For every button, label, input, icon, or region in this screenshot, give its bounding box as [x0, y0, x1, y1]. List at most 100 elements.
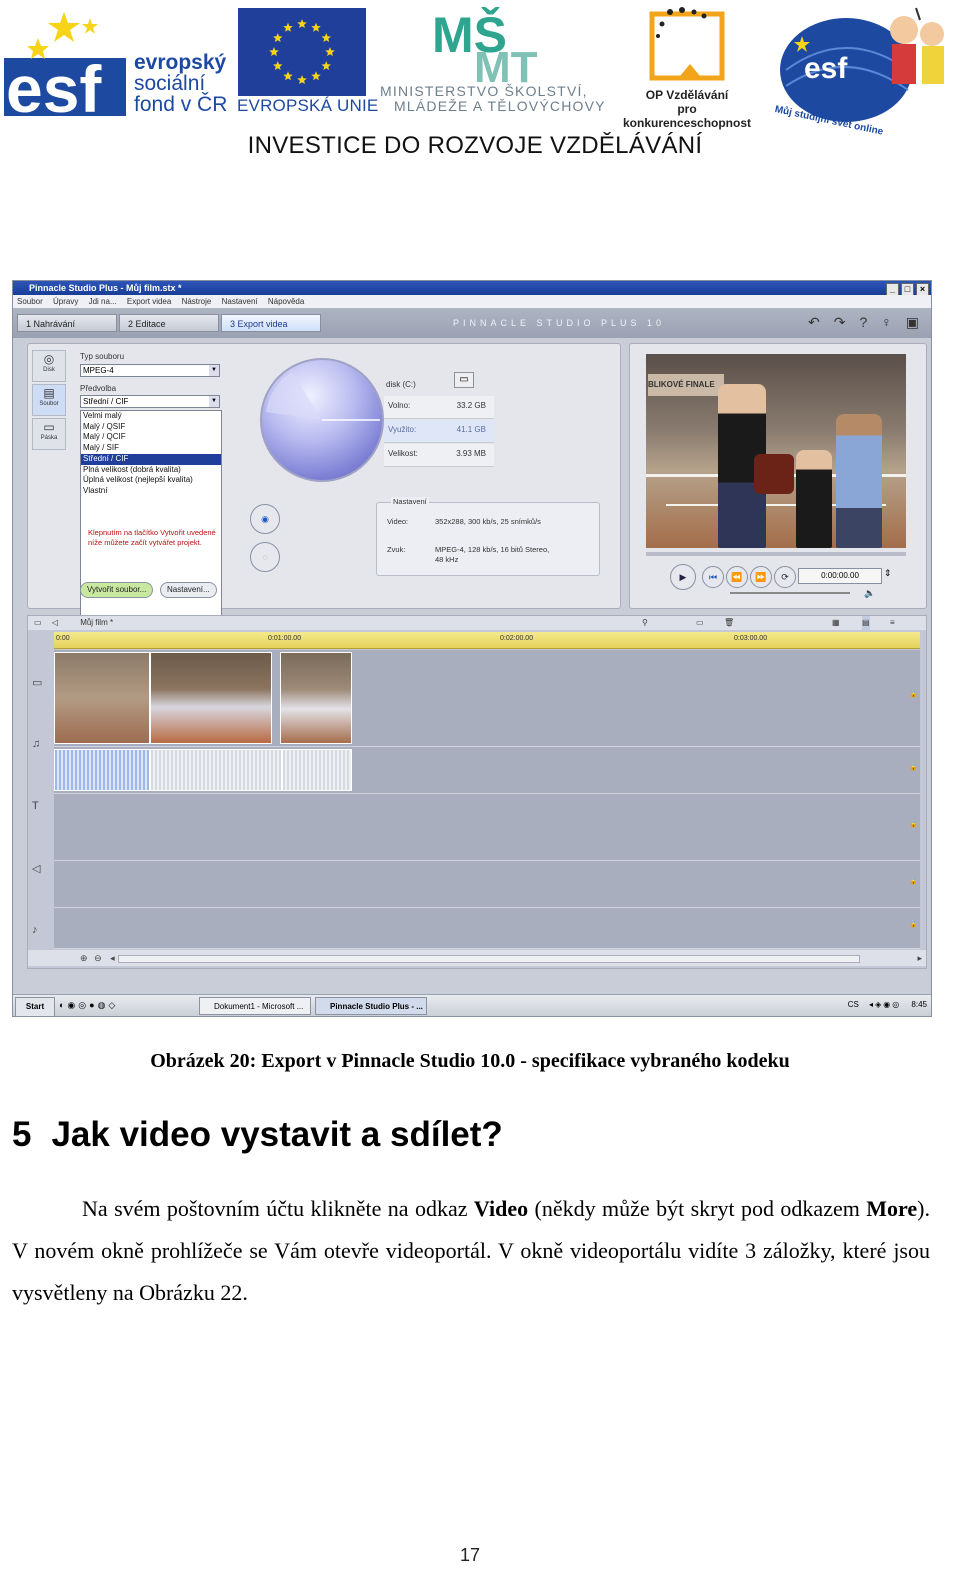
- razor-icon[interactable]: ⚲: [642, 616, 648, 630]
- undo-icon[interactable]: ↶: [808, 314, 820, 330]
- trash-icon[interactable]: 🗑: [724, 616, 734, 630]
- music-track: 🔒: [54, 908, 920, 949]
- settings-title: Nastavení: [391, 497, 429, 506]
- menu-upravy[interactable]: Úpravy: [53, 297, 78, 306]
- settings-button[interactable]: Nastavení...: [160, 582, 217, 598]
- language-indicator[interactable]: CS: [848, 1000, 859, 1009]
- tab-nahravani[interactable]: 1 Nahrávání: [17, 314, 117, 332]
- lock-icon[interactable]: 🔒: [909, 763, 918, 771]
- audio-clip[interactable]: [54, 749, 150, 791]
- timeline-ruler[interactable]: 0:00 0:01:00.00 0:02:00.00 0:03:00.00: [54, 632, 920, 649]
- lock-icon[interactable]: 🔒: [909, 690, 918, 698]
- tab-disk[interactable]: ◎ Disk: [32, 350, 66, 382]
- menu-soubor[interactable]: Soubor: [17, 297, 43, 306]
- tray-icons[interactable]: ◂◈◉◎: [869, 1000, 901, 1009]
- toolbox-icon[interactable]: ▣: [906, 314, 919, 330]
- rewind-icon[interactable]: ⏪: [726, 566, 748, 588]
- play-export-icon[interactable]: ◉: [250, 504, 280, 534]
- video-clip[interactable]: [150, 652, 272, 744]
- zoom-out-icon[interactable]: ⊖: [94, 953, 102, 963]
- create-file-button[interactable]: Vytvořit soubor...: [80, 582, 154, 598]
- title-track: 🔒: [54, 794, 920, 861]
- svg-text:MT: MT: [474, 43, 538, 84]
- msmt-line-1: MINISTERSTVO ŠKOLSTVÍ,: [380, 83, 588, 99]
- timecode-display[interactable]: 0:00:00.00: [798, 568, 882, 584]
- tab-soubor-label: Soubor: [39, 401, 59, 407]
- preset-option-selected[interactable]: Střední / CIF: [81, 453, 221, 465]
- record-icon[interactable]: ◌: [250, 542, 280, 572]
- scrub-bar[interactable]: [646, 552, 906, 556]
- video-clip[interactable]: [54, 652, 150, 744]
- msmt-logo-icon: MŠ MT: [432, 6, 538, 84]
- lock-icon[interactable]: 🔒: [909, 877, 918, 885]
- scroll-right-icon[interactable]: ▸: [917, 950, 922, 966]
- video-clip[interactable]: [280, 652, 352, 744]
- title-track-icon: T: [32, 800, 39, 812]
- preset-select[interactable]: Střední / CIF ▼: [80, 395, 220, 408]
- taskbar-item-word[interactable]: Dokument1 - Microsoft ...: [199, 997, 311, 1015]
- text-view-icon[interactable]: ≡: [890, 616, 895, 630]
- disk-used-value: 41.1 GB: [456, 425, 486, 434]
- timeline-header: ▭ ◁ Můj film * ⚲ ▭ 🗑 ▦ ▤ ≡: [28, 616, 926, 630]
- preset-option[interactable]: Velmi malý: [81, 411, 221, 422]
- section-heading: 5 Jak video vystavit a sdílet?: [12, 1115, 503, 1155]
- preset-option[interactable]: Úplná velikost (nejlepší kvalita): [81, 475, 221, 486]
- menu-export-videa[interactable]: Export videa: [127, 297, 171, 306]
- menu-napoveda[interactable]: Nápověda: [268, 297, 304, 306]
- redo-icon[interactable]: ↷: [834, 314, 846, 330]
- player-panel: BLIKOVÉ FINALE ▶ ⏮ ⏪ ⏩ ⟳ 0:00:00.00 ⇕ 🔈: [629, 343, 927, 609]
- taskbar-item-pinnacle[interactable]: Pinnacle Studio Plus - ...: [315, 997, 427, 1015]
- tab-export-videa[interactable]: 3 Export videa: [221, 314, 321, 332]
- quick-launch-icons[interactable]: ◐◉◎●◍◇: [59, 995, 118, 1015]
- preset-options-list: Velmi malý Malý / QSIF Malý / QCIF Malý …: [80, 410, 222, 632]
- zoom-in-icon[interactable]: ⊕: [80, 953, 88, 963]
- pinnacle-screenshot: Pinnacle Studio Plus - Můj film.stx * _ □…: [12, 280, 932, 1017]
- esf-line-3: fond v ČR: [134, 93, 228, 116]
- volume-icon[interactable]: ◁: [52, 618, 58, 627]
- lock-icon[interactable]: 🔒: [909, 820, 918, 828]
- timeline-view-icon[interactable]: ▭: [34, 618, 42, 627]
- video-preview: BLIKOVÉ FINALE: [646, 354, 906, 548]
- sound-effect-track: 🔒: [54, 861, 920, 908]
- hint-icon[interactable]: ♀: [881, 314, 892, 330]
- preset-option[interactable]: Malý / QCIF: [81, 432, 221, 443]
- page-number: 17: [459, 1545, 481, 1565]
- timeline-view-icon[interactable]: ▤: [862, 616, 870, 630]
- start-button[interactable]: Start: [15, 997, 55, 1016]
- audio-clip[interactable]: [150, 749, 282, 791]
- preset-option[interactable]: Plná velikost (dobrá kvalita): [81, 465, 221, 476]
- audio-clip[interactable]: [282, 749, 352, 791]
- go-to-start-icon[interactable]: ⏮: [702, 566, 724, 588]
- preset-option[interactable]: Vlastní: [81, 486, 221, 497]
- split-icon[interactable]: ▭: [696, 616, 704, 630]
- storyboard-view-icon[interactable]: ▦: [832, 616, 840, 630]
- window-titlebar: Pinnacle Studio Plus - Můj film.stx * _ □…: [13, 281, 931, 296]
- svg-text:esf: esf: [804, 52, 848, 85]
- disk-free-label: Volno:: [388, 401, 411, 410]
- preset-option[interactable]: Malý / QSIF: [81, 422, 221, 433]
- menu-jdi-na[interactable]: Jdi na...: [89, 297, 117, 306]
- timeline-scrollbar[interactable]: [118, 955, 860, 963]
- play-icon[interactable]: ▶: [670, 564, 696, 590]
- tab-soubor[interactable]: ▤ Soubor: [32, 384, 66, 416]
- file-type-value: MPEG-4: [83, 366, 114, 375]
- tab-editace[interactable]: 2 Editace: [119, 314, 219, 332]
- help-icon[interactable]: ?: [859, 314, 867, 330]
- speaker-icon[interactable]: 🔈: [864, 588, 875, 599]
- lock-icon[interactable]: 🔒: [909, 920, 918, 928]
- folder-icon[interactable]: ▭: [454, 372, 474, 388]
- scroll-left-icon[interactable]: ◂: [110, 953, 115, 963]
- disk-free-value: 33.2 GB: [456, 401, 486, 410]
- volume-slider[interactable]: [730, 592, 850, 594]
- loop-icon[interactable]: ⟳: [774, 566, 796, 588]
- disk-size-label: Velikost:: [388, 449, 418, 458]
- fast-forward-icon[interactable]: ⏩: [750, 566, 772, 588]
- tab-paska[interactable]: ▭ Páska: [32, 418, 66, 450]
- menu-nastaveni[interactable]: Nastavení: [222, 297, 258, 306]
- timecode-stepper-icon[interactable]: ⇕: [884, 568, 892, 579]
- menu-nastroje[interactable]: Nástroje: [182, 297, 212, 306]
- msmt-caption: MINISTERSTVO ŠKOLSTVÍ, MLÁDEŽE A TĚLOVÝC…: [380, 84, 606, 114]
- sound-effect-track-icon: ◁: [32, 863, 41, 875]
- preset-option[interactable]: Malý / SIF: [81, 443, 221, 454]
- file-type-select[interactable]: MPEG-4 ▼: [80, 364, 220, 377]
